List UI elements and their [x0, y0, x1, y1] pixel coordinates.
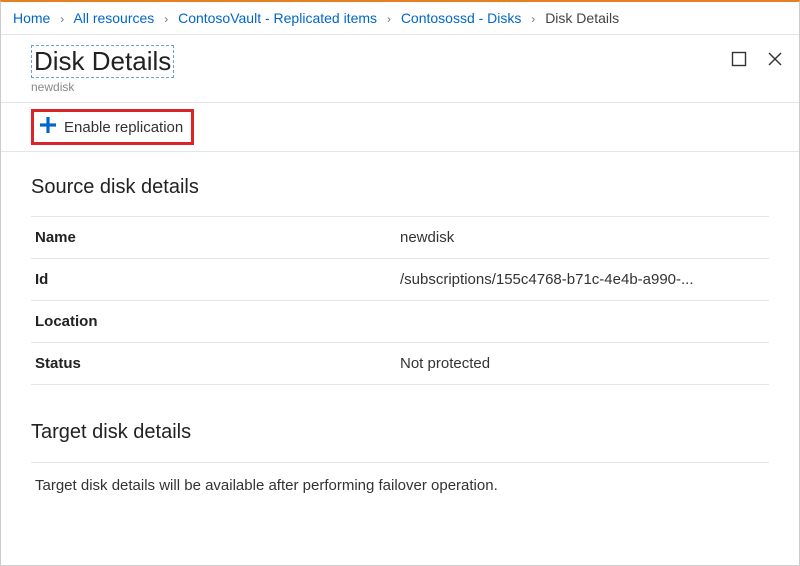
- table-row: Location: [31, 300, 769, 343]
- chevron-right-icon: ›: [387, 12, 391, 26]
- page-title: Disk Details: [31, 45, 174, 78]
- target-section-title: Target disk details: [31, 421, 769, 444]
- plus-icon: [38, 115, 58, 139]
- table-row: Id /subscriptions/155c4768-b71c-4e4b-a99…: [31, 258, 769, 301]
- prop-label-location: Location: [35, 313, 400, 330]
- breadcrumb-link-disks[interactable]: Contosossd - Disks: [401, 10, 522, 26]
- prop-label-id: Id: [35, 271, 400, 288]
- breadcrumb: Home › All resources › ContosoVault - Re…: [1, 2, 799, 35]
- prop-value-id: /subscriptions/155c4768-b71c-4e4b-a990-.…: [400, 271, 765, 288]
- breadcrumb-link-all-resources[interactable]: All resources: [73, 10, 154, 26]
- table-row: Name newdisk: [31, 216, 769, 259]
- table-row: Status Not protected: [31, 342, 769, 385]
- breadcrumb-link-home[interactable]: Home: [13, 10, 50, 26]
- page-subtitle: newdisk: [31, 80, 174, 94]
- prop-label-status: Status: [35, 355, 400, 372]
- restore-icon[interactable]: [731, 51, 747, 67]
- breadcrumb-link-vault[interactable]: ContosoVault - Replicated items: [178, 10, 377, 26]
- source-section-title: Source disk details: [31, 176, 769, 199]
- prop-value-name: newdisk: [400, 229, 765, 246]
- prop-label-name: Name: [35, 229, 400, 246]
- chevron-right-icon: ›: [164, 12, 168, 26]
- breadcrumb-current: Disk Details: [545, 10, 619, 26]
- close-icon[interactable]: [767, 51, 783, 67]
- enable-replication-label: Enable replication: [64, 119, 183, 136]
- prop-value-status: Not protected: [400, 355, 765, 372]
- chevron-right-icon: ›: [60, 12, 64, 26]
- target-info-text: Target disk details will be available af…: [31, 462, 769, 508]
- prop-value-location: [400, 313, 765, 330]
- chevron-right-icon: ›: [531, 12, 535, 26]
- enable-replication-button[interactable]: Enable replication: [31, 109, 194, 145]
